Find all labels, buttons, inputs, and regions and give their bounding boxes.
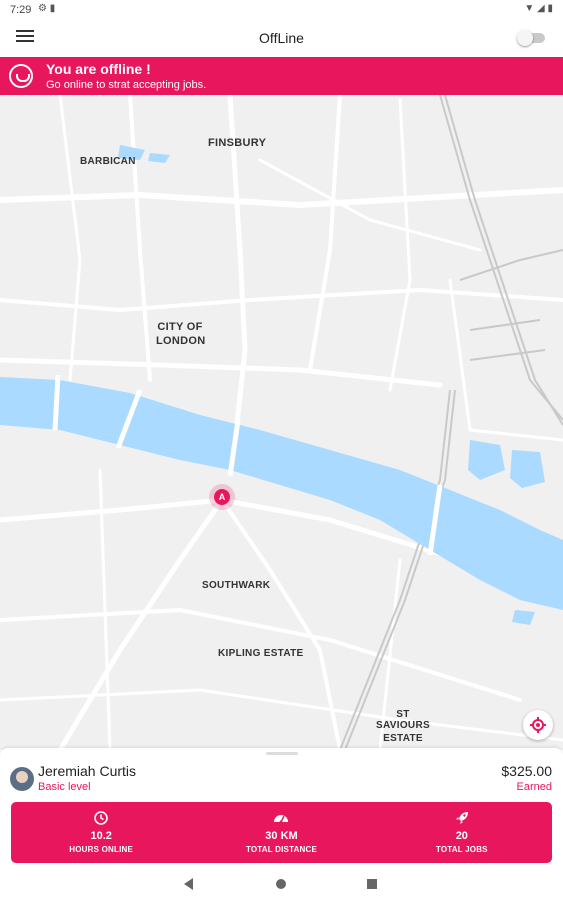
sheet-drag-handle[interactable] xyxy=(266,752,298,755)
banner-heading: You are offline ! xyxy=(46,61,151,77)
map-label-city-line1: CITY OF xyxy=(157,321,203,333)
driver-level: Basic level xyxy=(38,781,91,793)
map-label-barbican: BARBICAN xyxy=(80,156,136,167)
crosshair-icon xyxy=(530,717,546,733)
map-label-finsbury: FINSBURY xyxy=(208,137,267,149)
driver-name: Jeremiah Curtis xyxy=(38,763,137,779)
offline-icon xyxy=(9,64,33,88)
map-view[interactable]: FINSBURY BARBICAN CITY OF LONDON SOUTHWA… xyxy=(0,95,563,750)
map-label-southwark: SOUTHWARK xyxy=(202,580,271,591)
stat-total-distance: 30 KM TOTAL DISTANCE xyxy=(191,802,371,863)
app-bar: OffLine xyxy=(0,20,563,56)
stat-label: TOTAL DISTANCE xyxy=(245,845,318,854)
rocket-icon xyxy=(455,812,468,824)
map-label-kipling-estate: KIPLING ESTATE xyxy=(218,648,304,659)
map-label-st-saviours-estate: ST SAVIOURS ESTATE xyxy=(368,709,438,744)
avatar[interactable] xyxy=(10,767,34,791)
stats-panel: 10.2 HOURS ONLINE 30 KM TOTAL DISTANCE 2… xyxy=(11,802,552,863)
map-label-st-saviours-line2: ESTATE xyxy=(383,733,423,744)
page-title: OffLine xyxy=(259,30,304,46)
stat-label: TOTAL JOBS xyxy=(435,845,488,854)
recent-apps-icon[interactable] xyxy=(367,879,377,889)
map-label-st-saviours-line1: ST SAVIOURS xyxy=(376,709,430,731)
stat-label: HOURS ONLINE xyxy=(69,845,134,854)
status-bar: 7:29 ⚙ ▮ ▼ ◢ ▮ xyxy=(0,0,563,20)
speedometer-icon xyxy=(274,815,289,824)
driver-summary-sheet: Jeremiah Curtis Basic level $325.00 Earn… xyxy=(0,748,563,870)
earnings-amount: $325.00 xyxy=(501,763,552,779)
home-icon[interactable] xyxy=(276,879,286,889)
back-icon[interactable] xyxy=(184,878,193,890)
map-label-city-of-london: CITY OF LONDON xyxy=(156,321,206,347)
settings-icon: ⚙ ▮ xyxy=(38,3,56,14)
stat-value: 20 xyxy=(455,830,468,842)
my-location-button[interactable] xyxy=(523,710,553,740)
clock-icon xyxy=(94,811,108,825)
banner-subtext: Go online to strat accepting jobs. xyxy=(46,79,207,91)
system-nav-bar xyxy=(0,870,563,900)
earnings-label: Earned xyxy=(516,781,552,793)
online-toggle[interactable] xyxy=(517,30,545,46)
status-time: 7:29 xyxy=(10,4,32,16)
current-location-marker[interactable]: A xyxy=(209,484,235,510)
stat-hours-online: 10.2 HOURS ONLINE xyxy=(11,802,191,863)
stat-value: 10.2 xyxy=(90,830,112,842)
marker-letter: A xyxy=(214,489,230,505)
offline-banner: You are offline ! Go online to strat acc… xyxy=(0,57,563,95)
stat-total-jobs: 20 TOTAL JOBS xyxy=(372,802,552,863)
stat-value: 30 KM xyxy=(265,830,298,842)
map-label-city-line2: LONDON xyxy=(156,335,206,347)
toggle-knob xyxy=(517,30,533,46)
signal-battery-icons: ▼ ◢ ▮ xyxy=(524,3,553,14)
